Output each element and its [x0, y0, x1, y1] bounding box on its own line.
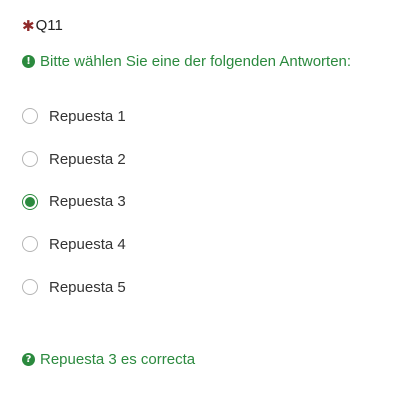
answer-option-3[interactable]: Repuesta 3: [22, 186, 126, 229]
answer-option-1[interactable]: Repuesta 1: [22, 101, 126, 144]
question-circle-icon: ?: [22, 353, 35, 366]
answer-label[interactable]: Repuesta 5: [49, 279, 126, 296]
answer-label[interactable]: Repuesta 3: [49, 193, 126, 210]
instruction-text: Bitte wählen Sie eine der folgenden Antw…: [40, 53, 352, 70]
exclamation-circle-icon: !: [22, 55, 35, 68]
answer-option-2[interactable]: Repuesta 2: [22, 144, 126, 187]
answer-label[interactable]: Repuesta 1: [49, 108, 126, 125]
answer-option-4[interactable]: Repuesta 4: [22, 229, 126, 272]
answer-label[interactable]: Repuesta 4: [49, 236, 126, 253]
mandatory-asterisk-icon: ✱: [22, 17, 35, 35]
feedback-text: Repuesta 3 es correcta: [40, 351, 196, 368]
radio-button[interactable]: [22, 279, 38, 296]
answer-label[interactable]: Repuesta 2: [49, 151, 126, 168]
answer-feedback: ? Repuesta 3 es correcta: [22, 351, 195, 368]
radio-button-checked[interactable]: [22, 193, 38, 210]
question-instruction: ! Bitte wählen Sie eine der folgenden An…: [22, 53, 351, 70]
radio-button[interactable]: [22, 151, 38, 168]
question-title: ✱ Q11: [22, 14, 402, 36]
answer-list: Repuesta 1 Repuesta 2 Repuesta 3 Repuest…: [22, 101, 126, 314]
radio-button[interactable]: [22, 108, 38, 125]
radio-button[interactable]: [22, 236, 38, 253]
question-header: ✱ Q11: [22, 14, 402, 36]
answer-option-5[interactable]: Repuesta 5: [22, 272, 126, 315]
question-code: Q11: [35, 16, 63, 34]
